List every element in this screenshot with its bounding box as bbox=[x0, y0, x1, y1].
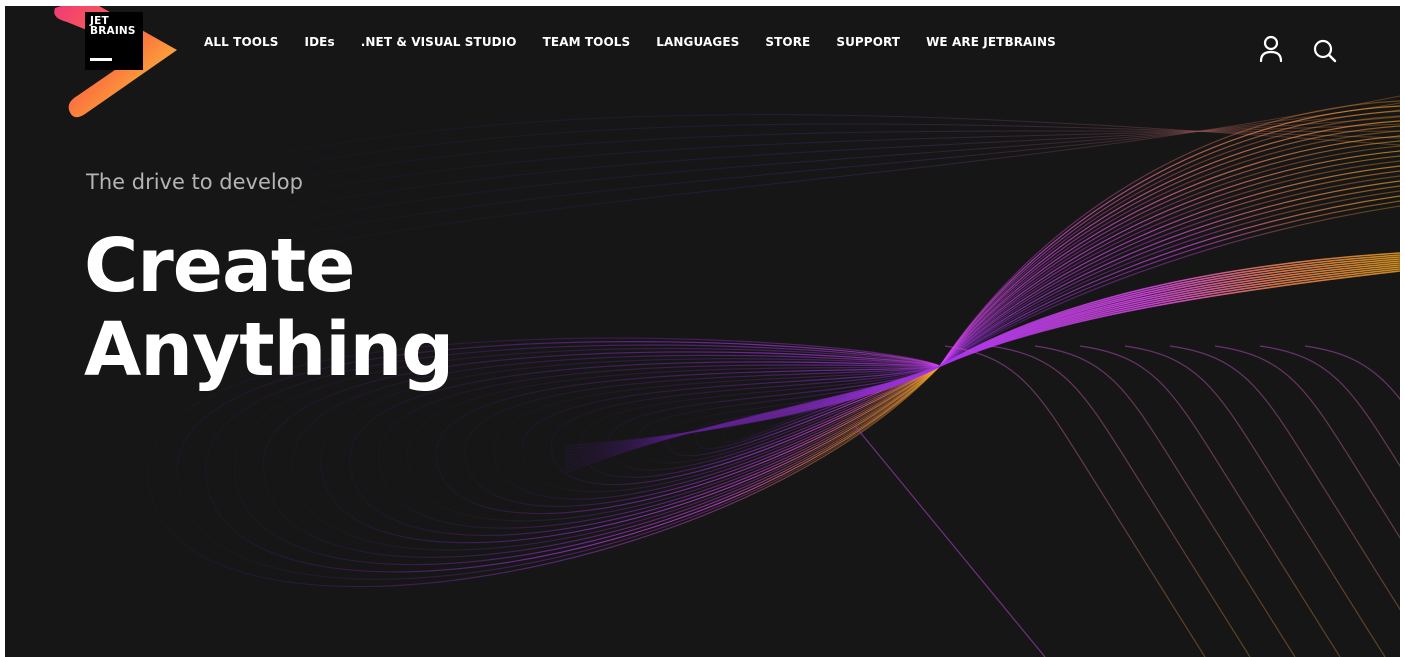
nav-item-team-tools[interactable]: TEAM TOOLS bbox=[543, 35, 631, 49]
nav-item-all-tools[interactable]: ALL TOOLS bbox=[204, 35, 279, 49]
hero-headline-line1: Create bbox=[84, 223, 356, 309]
wave-line-loop-lower bbox=[176, 365, 941, 580]
wave-line-loop-lower bbox=[378, 365, 941, 529]
wave-line-tail bbox=[1034, 345, 1296, 657]
wave-line-tail bbox=[1124, 345, 1386, 657]
search-icon[interactable] bbox=[1312, 34, 1338, 64]
hero-section: JET BRAINS ALL TOOLS IDEs .NET & VISUAL … bbox=[5, 6, 1400, 657]
wave-line-loop-lower bbox=[262, 365, 941, 558]
hero-tagline: The drive to develop bbox=[86, 170, 303, 194]
nav-item-dotnet[interactable]: .NET & VISUAL STUDIO bbox=[361, 35, 517, 49]
nav-item-store[interactable]: STORE bbox=[765, 35, 810, 49]
wave-line-loop bbox=[637, 185, 1400, 440]
wave-line-core bbox=[564, 256, 1400, 468]
logo-underscore bbox=[90, 58, 112, 61]
wave-line-tail bbox=[1259, 345, 1400, 468]
wave-line-loop-lower bbox=[291, 365, 941, 551]
wave-line-loop bbox=[435, 150, 1400, 454]
nav-item-we-are-jetbrains[interactable]: WE ARE JETBRAINS bbox=[926, 35, 1056, 49]
wave-line-tail-single bbox=[854, 425, 1046, 657]
wave-line-core bbox=[564, 262, 1400, 459]
wave-line-tail bbox=[1079, 345, 1341, 657]
wave-line-core bbox=[564, 264, 1400, 456]
jetbrains-logo[interactable]: JET BRAINS bbox=[45, 6, 195, 136]
wave-line-loop bbox=[694, 195, 1400, 436]
wave-line-loop bbox=[550, 170, 1400, 446]
wave-line-tail bbox=[989, 345, 1251, 657]
wave-line-loop bbox=[320, 130, 1400, 462]
wave-line-loop-lower bbox=[522, 365, 941, 493]
wave-line-loop bbox=[493, 160, 1400, 450]
hero-headline-line2: Anything bbox=[84, 307, 454, 393]
logo-box: JET BRAINS bbox=[85, 12, 143, 70]
wave-line-loop bbox=[406, 145, 1400, 456]
header-icons bbox=[1258, 34, 1338, 64]
wave-line-loop bbox=[464, 155, 1400, 452]
wave-line-loop-lower bbox=[550, 365, 941, 485]
main-nav: ALL TOOLS IDEs .NET & VISUAL STUDIO TEAM… bbox=[204, 35, 1082, 49]
nav-item-languages[interactable]: LANGUAGES bbox=[656, 35, 739, 49]
wave-line-tail bbox=[1169, 345, 1400, 611]
user-icon[interactable] bbox=[1258, 34, 1284, 64]
page: JET BRAINS ALL TOOLS IDEs .NET & VISUAL … bbox=[0, 0, 1405, 657]
wave-line-tail bbox=[944, 345, 1206, 657]
nav-item-support[interactable]: SUPPORT bbox=[836, 35, 900, 49]
logo-text-line2: BRAINS bbox=[90, 25, 136, 37]
wave-line-core bbox=[564, 258, 1400, 465]
wave-line-tail bbox=[1304, 345, 1400, 401]
nav-item-ides[interactable]: IDEs bbox=[305, 35, 335, 49]
hero-headline: Create Anything bbox=[84, 223, 454, 393]
wave-line-core bbox=[564, 260, 1400, 462]
